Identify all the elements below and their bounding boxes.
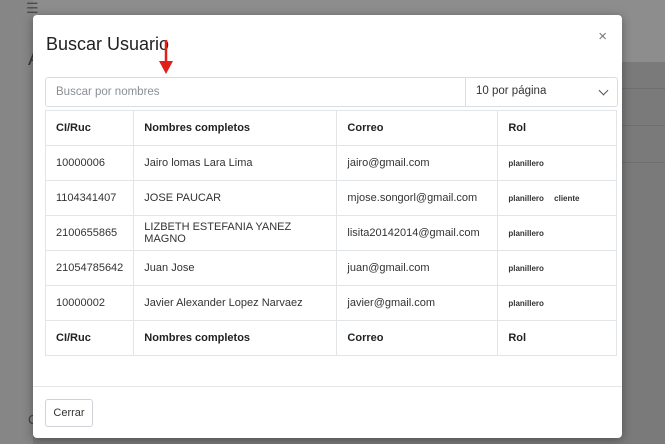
cell-rol: planillero cliente	[497, 180, 617, 216]
header-ci: CI/Ruc	[44, 110, 135, 146]
footer-rol: Rol	[497, 320, 617, 356]
header-nombre: Nombres completos	[133, 110, 338, 146]
role-badge: planillero	[508, 263, 544, 273]
page-size-select[interactable]: 10 por página	[465, 78, 617, 106]
table-row[interactable]: 21054785642 Juan Jose juan@gmail.com pla…	[44, 250, 617, 286]
table-row[interactable]: 2100655865 LIZBETH ESTEFANIA YANEZ MAGNO…	[44, 215, 617, 251]
cell-rol: planillero	[497, 145, 617, 181]
cell-ci: 10000002	[44, 285, 135, 321]
cell-nombre: Juan Jose	[133, 250, 338, 286]
role-badge: planillero	[508, 193, 544, 203]
cell-rol: planillero	[497, 250, 617, 286]
close-icon[interactable]: ×	[598, 28, 607, 45]
users-table: CI/Ruc Nombres completos Correo Rol 1000…	[44, 110, 617, 356]
table-footer-row: CI/Ruc Nombres completos Correo Rol	[44, 320, 617, 356]
cell-correo: lisita20142014@gmail.com	[336, 215, 499, 251]
cell-correo: juan@gmail.com	[336, 250, 499, 286]
cell-nombre: Javier Alexander Lopez Narvaez	[133, 285, 338, 321]
table-header-row: CI/Ruc Nombres completos Correo Rol	[44, 110, 617, 146]
cell-correo: javier@gmail.com	[336, 285, 499, 321]
search-input[interactable]	[46, 78, 464, 106]
cell-correo: mjose.songorl@gmail.com	[336, 180, 499, 216]
table-row[interactable]: 10000006 Jairo lomas Lara Lima jairo@gma…	[44, 145, 617, 181]
header-correo: Correo	[336, 110, 499, 146]
modal-header: Buscar Usuario ×	[33, 15, 622, 70]
cell-ci: 2100655865	[44, 215, 135, 251]
cell-correo: jairo@gmail.com	[336, 145, 499, 181]
modal-title: Buscar Usuario	[46, 34, 170, 54]
close-button[interactable]: Cerrar	[45, 399, 93, 427]
cell-nombre: Jairo lomas Lara Lima	[133, 145, 338, 181]
role-badge: planillero	[508, 228, 544, 238]
role-badge: cliente	[554, 193, 580, 203]
footer-ci: CI/Ruc	[44, 320, 135, 356]
role-badge: planillero	[508, 298, 544, 308]
search-bar: 10 por página	[45, 77, 618, 107]
footer-correo: Correo	[336, 320, 499, 356]
cell-ci: 1104341407	[44, 180, 135, 216]
background-divider	[622, 88, 665, 89]
cell-nombre: JOSE PAUCAR	[133, 180, 338, 216]
chevron-down-icon	[598, 85, 609, 96]
footer-nombre: Nombres completos	[133, 320, 338, 356]
header-rol: Rol	[497, 110, 617, 146]
background-divider	[622, 162, 665, 163]
cell-ci: 21054785642	[44, 250, 135, 286]
cell-ci: 10000006	[44, 145, 135, 181]
background-divider	[622, 125, 665, 126]
table-row[interactable]: 10000002 Javier Alexander Lopez Narvaez …	[44, 285, 617, 321]
modal-footer: Cerrar	[33, 386, 622, 439]
table-row[interactable]: 1104341407 JOSE PAUCAR mjose.songorl@gma…	[44, 180, 617, 216]
cell-rol: planillero	[497, 215, 617, 251]
red-arrow-down-icon	[159, 40, 173, 74]
search-user-modal: Buscar Usuario × 10 por página CI/Ruc No…	[33, 15, 622, 438]
cell-rol: planillero	[497, 285, 617, 321]
cell-nombre: LIZBETH ESTEFANIA YANEZ MAGNO	[133, 215, 338, 251]
page-size-value: 10 por página	[476, 85, 547, 97]
role-badge: planillero	[508, 158, 544, 168]
